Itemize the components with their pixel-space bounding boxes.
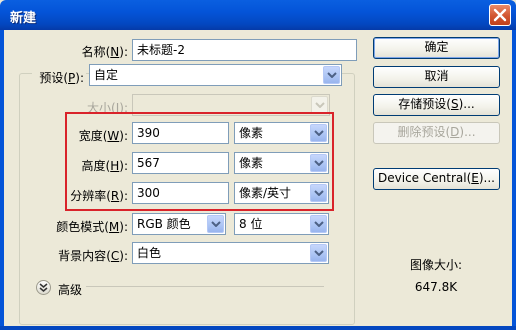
background-value: 白色	[137, 246, 162, 260]
window-frame-bottom	[0, 326, 516, 330]
resolution-input[interactable]: 300	[132, 182, 229, 204]
name-input[interactable]: 未标题-2	[132, 39, 357, 61]
resolution-unit-value: 像素/英寸	[239, 186, 292, 200]
chevron-down-icon	[314, 190, 324, 196]
close-icon	[493, 8, 507, 22]
advanced-label: 高级	[58, 283, 83, 297]
width-unit-value: 像素	[239, 126, 264, 140]
color-mode-dropdown-arrow[interactable]	[207, 215, 224, 233]
advanced-divider	[86, 286, 324, 287]
device-central-button[interactable]: Device Central(E)...	[373, 168, 500, 190]
height-unit-dropdown-arrow[interactable]	[310, 154, 327, 172]
device-central-key: E	[471, 171, 479, 185]
window-title: 新建	[10, 11, 37, 26]
chevron-down-icon	[314, 221, 324, 227]
title-bar[interactable]: 新建	[0, 0, 516, 30]
color-mode-value: RGB 颜色	[137, 217, 191, 231]
bit-depth-select[interactable]: 8 位	[234, 213, 329, 235]
window-frame-left	[0, 30, 4, 330]
window-frame-right	[512, 30, 516, 330]
width-label: 宽度(W):	[78, 129, 128, 143]
bit-depth-value: 8 位	[239, 217, 263, 231]
delete-preset-key: D	[450, 125, 460, 139]
save-preset-label: 存储预设	[398, 97, 447, 111]
resolution-label: 分辨率(R):	[70, 189, 128, 203]
chevron-down-icon	[327, 72, 337, 78]
height-input[interactable]: 567	[132, 152, 229, 174]
advanced-expand-button[interactable]	[36, 280, 51, 295]
cancel-button[interactable]: 取消	[373, 66, 500, 88]
width-unit-select[interactable]: 像素	[234, 122, 329, 144]
preset-value: 自定	[94, 68, 119, 82]
chevron-down-icon	[315, 102, 325, 108]
height-unit-select[interactable]: 像素	[234, 152, 329, 174]
background-select[interactable]: 白色	[132, 242, 329, 264]
save-preset-key: S	[450, 97, 459, 111]
image-size-label: 图像大小:	[409, 258, 463, 272]
delete-preset-label: 删除预设	[397, 125, 446, 139]
name-label: 名称(N):	[81, 45, 128, 59]
width-unit-dropdown-arrow[interactable]	[310, 124, 327, 142]
bit-depth-dropdown-arrow[interactable]	[310, 215, 327, 233]
image-size-value: 647.8K	[414, 280, 458, 294]
chevron-down-icon	[314, 160, 324, 166]
chevron-down-icon	[314, 250, 324, 256]
resolution-unit-dropdown-arrow[interactable]	[310, 184, 327, 202]
height-unit-value: 像素	[239, 156, 264, 170]
preset-label: 预设(P):	[32, 69, 86, 86]
height-label: 高度(H):	[81, 159, 128, 173]
close-button[interactable]	[489, 4, 511, 26]
ok-button[interactable]: 确定	[373, 37, 500, 59]
preset-dropdown-arrow[interactable]	[323, 66, 340, 84]
save-preset-button[interactable]: 存储预设(S)...	[373, 94, 500, 116]
color-mode-label: 颜色模式(M):	[56, 220, 128, 234]
device-central-label: Device Central	[378, 171, 467, 185]
chevron-down-icon	[314, 130, 324, 136]
width-input[interactable]: 390	[132, 122, 229, 144]
resolution-unit-select[interactable]: 像素/英寸	[234, 182, 329, 204]
chevron-down-icon	[211, 221, 221, 227]
preset-select[interactable]: 自定	[89, 64, 342, 86]
background-label: 背景内容(C):	[58, 249, 128, 263]
background-dropdown-arrow[interactable]	[310, 244, 327, 262]
delete-preset-button: 删除预设(D)...	[373, 122, 500, 144]
color-mode-select[interactable]: RGB 颜色	[132, 213, 226, 235]
double-chevron-down-icon	[39, 283, 48, 292]
